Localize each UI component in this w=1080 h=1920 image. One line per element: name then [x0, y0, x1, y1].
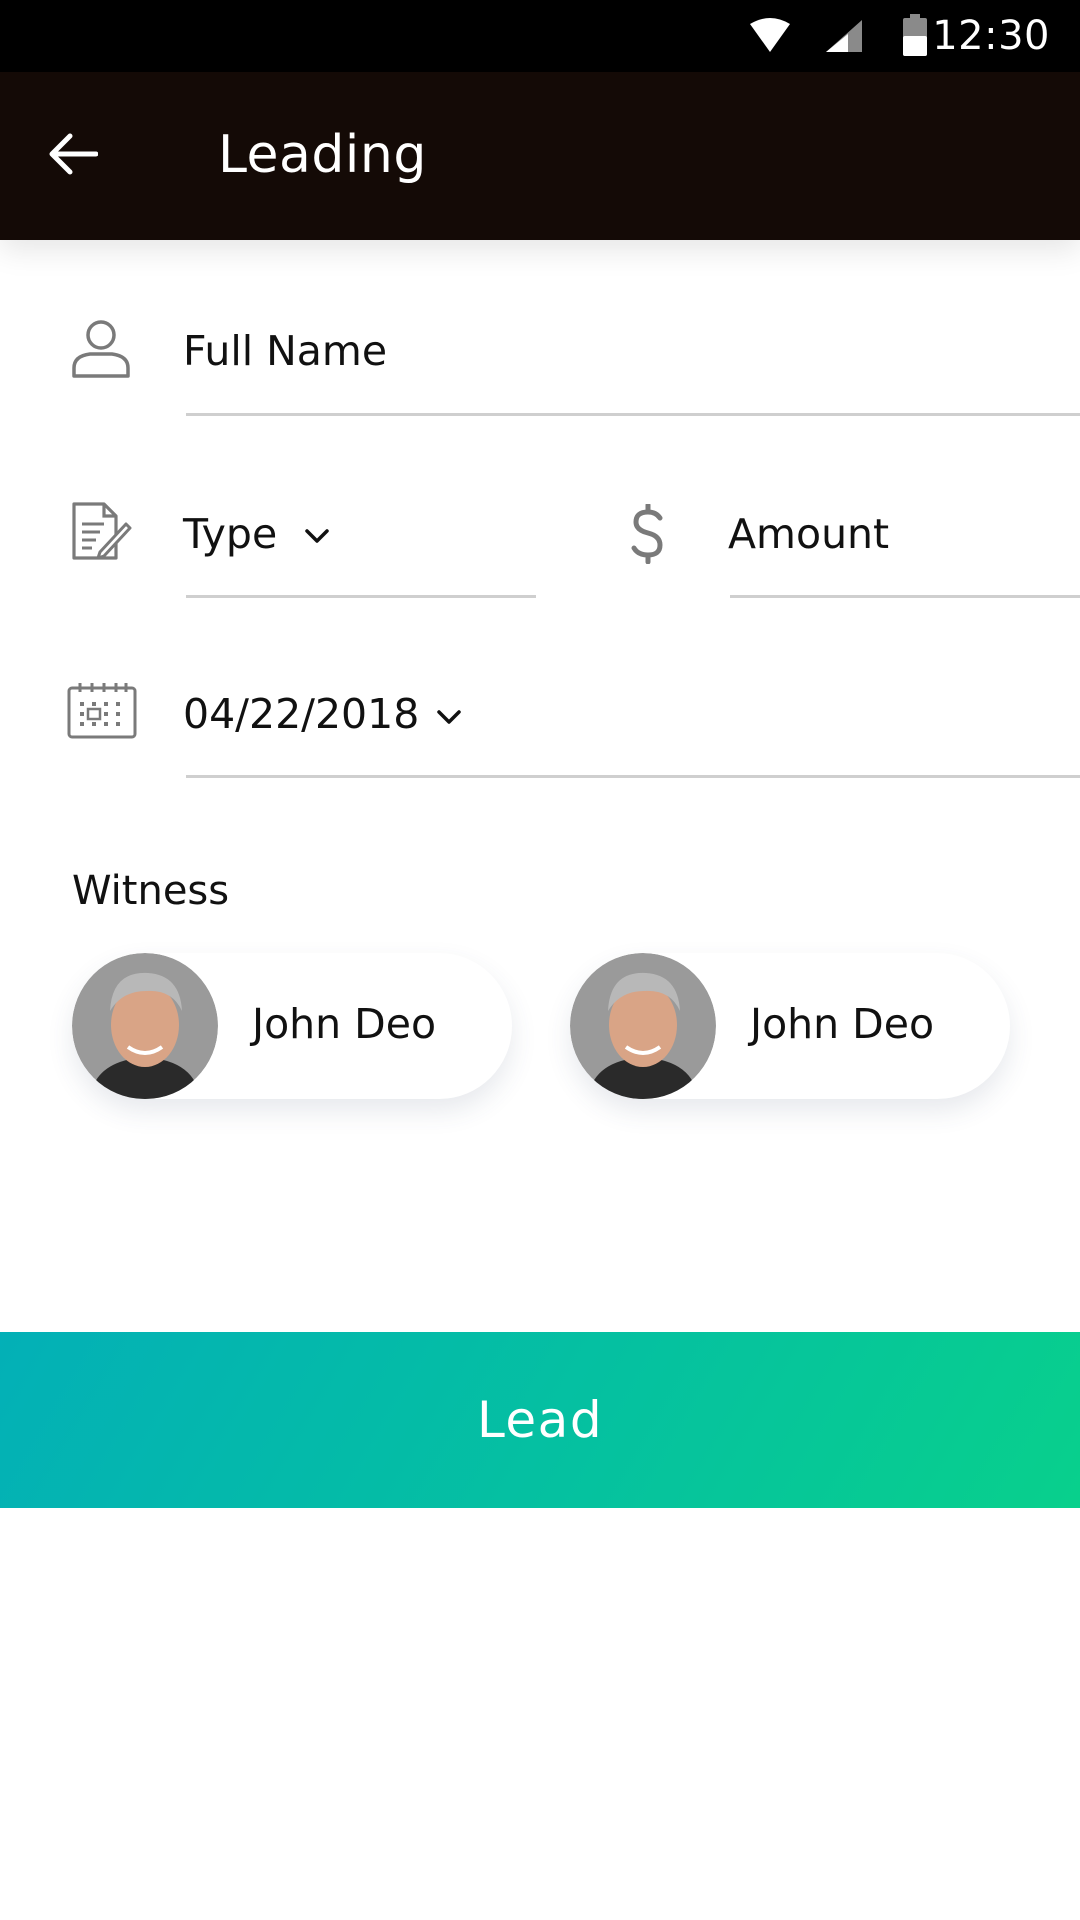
cell-signal-icon	[824, 18, 864, 58]
avatar	[570, 953, 716, 1099]
wifi-icon	[748, 18, 792, 58]
witness-name: John Deo	[750, 1000, 935, 1048]
dollar-icon	[628, 502, 668, 568]
arrow-left-icon	[46, 132, 99, 180]
page-title: Leading	[218, 125, 427, 185]
app-bar: Leading	[0, 72, 1080, 240]
document-edit-icon	[70, 500, 132, 566]
full-name-underline	[186, 413, 1080, 416]
status-bar: 12:30	[0, 0, 1080, 72]
chevron-down-icon[interactable]	[302, 526, 332, 550]
witness-chip[interactable]: John Deo	[72, 953, 512, 1099]
amount-underline	[730, 595, 1080, 598]
lead-button-label: Lead	[476, 1391, 604, 1449]
date-underline	[186, 775, 1080, 778]
full-name-input[interactable]: Full Name	[183, 327, 387, 375]
battery-icon	[902, 14, 928, 60]
date-select[interactable]: 04/22/2018	[183, 690, 419, 738]
status-time: 12:30	[932, 13, 1050, 59]
witness-chip[interactable]: John Deo	[570, 953, 1010, 1099]
back-button[interactable]	[42, 126, 102, 186]
calendar-icon	[66, 682, 138, 744]
type-select[interactable]: Type	[183, 510, 277, 558]
person-icon	[70, 318, 132, 384]
leading-screen: 12:30 Leading Full Name Type Amount 04/2…	[0, 0, 1080, 1920]
lead-button[interactable]: Lead	[0, 1332, 1080, 1508]
witness-name: John Deo	[252, 1000, 437, 1048]
witness-heading: Witness	[72, 868, 230, 914]
type-underline	[186, 595, 536, 598]
avatar	[72, 953, 218, 1099]
amount-input[interactable]: Amount	[728, 510, 889, 558]
chevron-down-icon[interactable]	[434, 707, 464, 731]
